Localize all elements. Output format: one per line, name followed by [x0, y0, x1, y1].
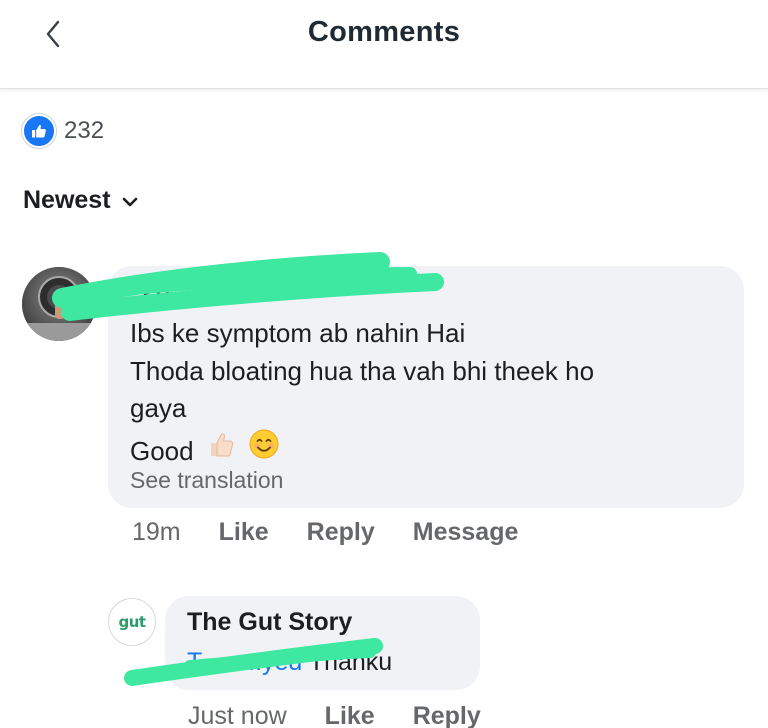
comment-line: Good	[130, 435, 194, 466]
reply-text: T.........yed Thanku	[187, 648, 392, 677]
comments-screen: Comments 232 Newest ..t Syed Ibs ke symp…	[0, 0, 768, 728]
see-translation-link[interactable]: See translation	[130, 467, 283, 494]
reply-mention[interactable]: T.........yed	[187, 648, 302, 676]
comment-author[interactable]: ..t Syed	[130, 284, 208, 310]
reply-timestamp: Just now	[188, 702, 287, 728]
message-button[interactable]: Message	[413, 518, 519, 547]
comment-timestamp: 19m	[132, 518, 181, 546]
top-bar: Comments	[0, 0, 768, 89]
smiling-face-emoji-icon	[248, 428, 280, 471]
thumbs-up-icon	[22, 114, 56, 148]
avatar-photo	[22, 267, 96, 341]
comment-line: Ibs ke symptom ab nahin Hai	[130, 318, 466, 348]
sort-label: Newest	[23, 186, 111, 214]
comment-actions: 19m Like Reply Message	[132, 518, 556, 547]
reply-button[interactable]: Reply	[413, 702, 481, 728]
chevron-down-icon	[122, 197, 137, 206]
commenter-avatar[interactable]	[22, 267, 96, 341]
comment-line: Thoda bloating hua tha vah bhi theek ho	[130, 355, 595, 386]
comment-text: Ibs ke symptom ab nahin Hai Thoda bloati…	[130, 315, 730, 470]
reaction-count: 232	[64, 117, 105, 144]
reply-actions: Just now Like Reply	[188, 702, 519, 728]
page-avatar[interactable]: gut	[108, 598, 156, 646]
like-button[interactable]: Like	[325, 702, 375, 728]
like-button[interactable]: Like	[219, 518, 269, 547]
reply-author[interactable]: The Gut Story	[187, 608, 352, 637]
reply-button[interactable]: Reply	[307, 518, 375, 547]
reaction-summary[interactable]: 232	[22, 114, 104, 148]
page-title: Comments	[307, 16, 461, 48]
thumbs-up-emoji-icon	[205, 428, 237, 471]
reply-message: Thanku	[308, 648, 393, 676]
sort-dropdown[interactable]: Newest	[23, 186, 139, 215]
gut-story-logo: gut	[118, 613, 146, 631]
comment-line: gaya	[130, 393, 187, 423]
